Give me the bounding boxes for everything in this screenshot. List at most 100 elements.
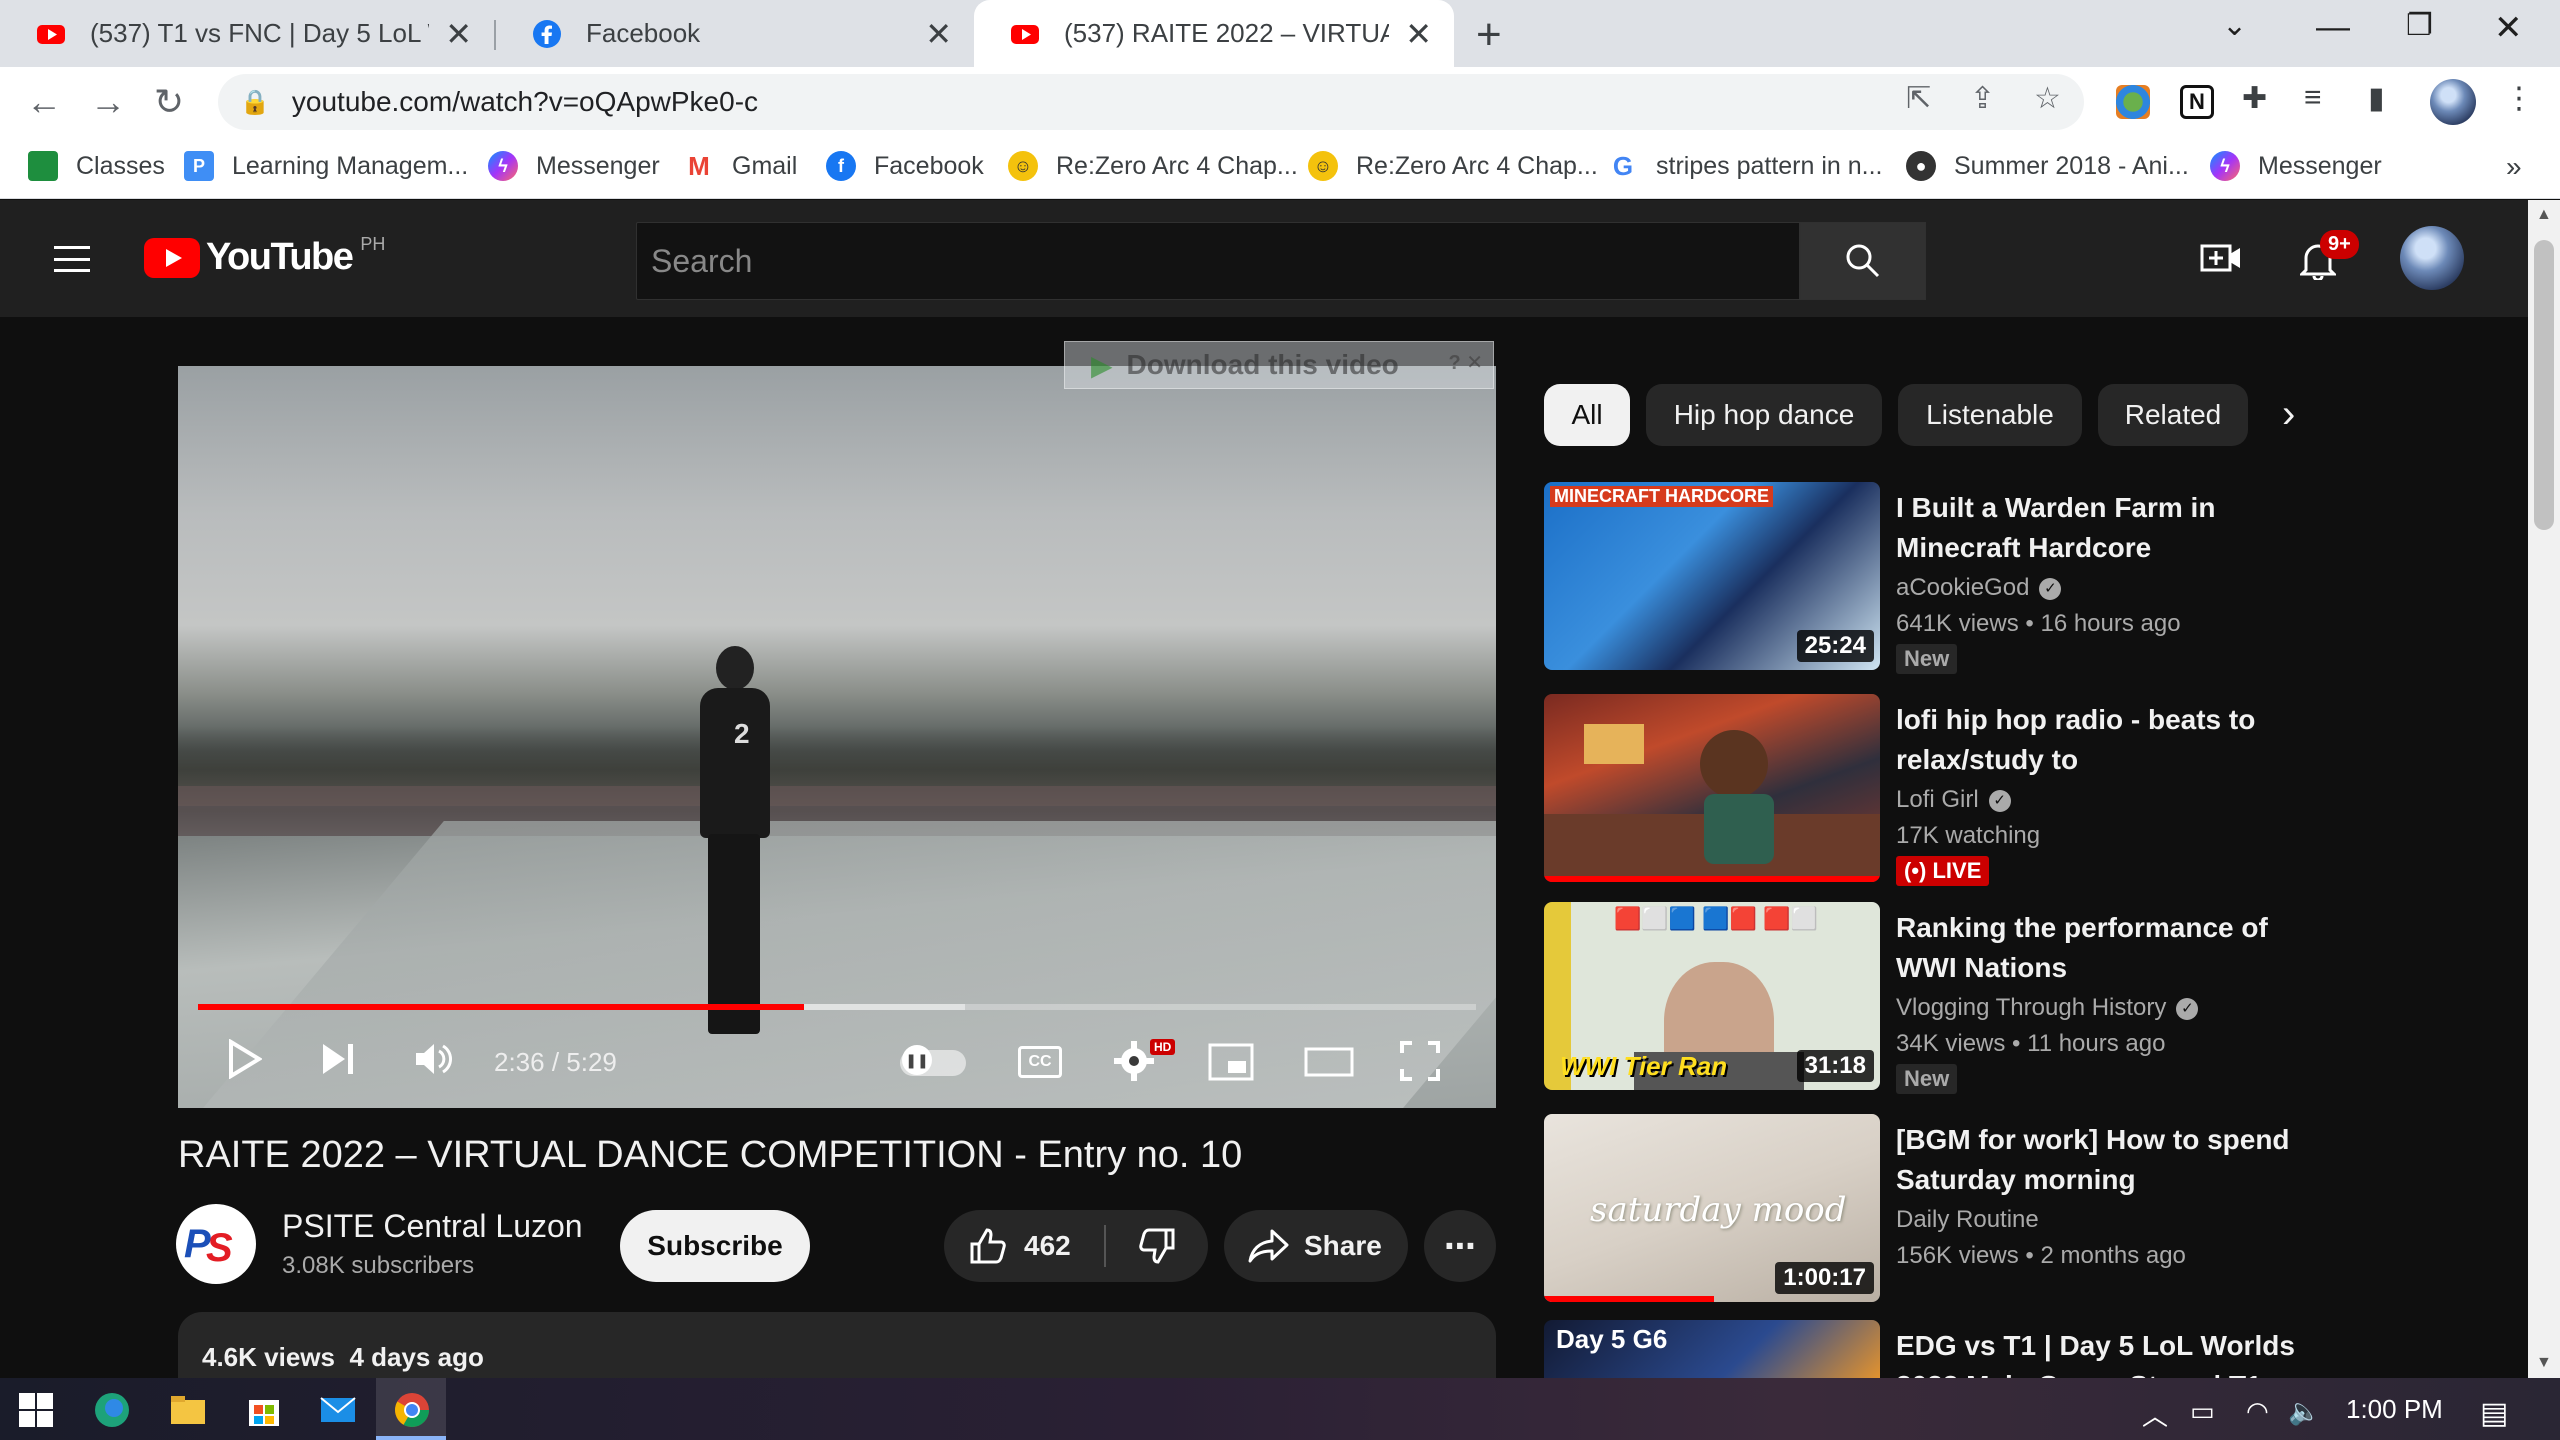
video-title[interactable]: I Built a Warden Farm in Minecraft Hardc… — [1896, 488, 2296, 568]
system-clock[interactable]: 1:00 PM — [2346, 1394, 2443, 1425]
share-page-icon[interactable]: ⇪ — [1970, 81, 1995, 116]
channel-avatar[interactable]: P S — [176, 1204, 256, 1284]
fullscreen-button[interactable] — [1400, 1041, 1440, 1086]
profile-avatar[interactable] — [2430, 79, 2476, 125]
close-tab-icon[interactable]: ✕ — [445, 15, 472, 53]
overlay-help-close-icon[interactable]: ? ✕ — [1448, 350, 1483, 375]
address-bar[interactable]: 🔒 youtube.com/watch?v=oQApwPke0-c — [218, 74, 2084, 130]
recommended-video[interactable]: 🟥⬜🟦 🟦🟥 🟥⬜ WWI Tier Ran 31:18 Ranking the… — [1544, 902, 2304, 1094]
search-button[interactable] — [1800, 222, 1926, 300]
reload-button[interactable]: ↻ — [154, 81, 184, 123]
miniplayer-button[interactable] — [1208, 1043, 1254, 1086]
video-thumbnail[interactable] — [1544, 694, 1880, 882]
tab-t1-vs-fnc[interactable]: (537) T1 vs FNC | Day 5 LoL Worlds ✕ — [0, 0, 494, 67]
edge-browser-icon[interactable] — [92, 1390, 132, 1430]
recommended-video[interactable]: MINECRAFT HARDCORE 25:24 I Built a Warde… — [1544, 482, 2304, 674]
bookmark-messenger-2[interactable]: ϟ Messenger — [2210, 151, 2382, 181]
speaker-icon[interactable]: 🔈 — [2288, 1396, 2320, 1427]
close-tab-icon[interactable]: ✕ — [1405, 15, 1432, 53]
page-scrollbar[interactable]: ▲ ▼ — [2528, 200, 2560, 1378]
channel-name[interactable]: Daily Routine — [1896, 1206, 2039, 1234]
bookmark-rezero-2[interactable]: ☺ Re:Zero Arc 4 Chap... — [1308, 151, 1598, 181]
tab-raite-2022[interactable]: (537) RAITE 2022 – VIRTUAL DANCE ✕ — [974, 0, 1454, 67]
autoplay-toggle[interactable] — [900, 1045, 966, 1076]
windows-start-icon[interactable] — [16, 1390, 56, 1430]
media-control-icon[interactable]: ≡ — [2304, 81, 2322, 115]
forward-button[interactable]: → — [90, 81, 126, 123]
tab-search-icon[interactable]: ⌄ — [2222, 8, 2247, 43]
video-title[interactable]: [BGM for work] How to spend Saturday mor… — [1896, 1120, 2296, 1200]
bookmark-summer-2018[interactable]: ● Summer 2018 - Ani... — [1906, 151, 2189, 181]
extensions-puzzle-icon[interactable]: ✚ — [2242, 81, 2267, 116]
like-button[interactable]: 462 — [944, 1210, 1104, 1282]
scroll-down-icon[interactable]: ▼ — [2536, 1354, 2552, 1372]
chip-related[interactable]: Related — [2098, 384, 2248, 446]
video-thumbnail[interactable]: saturday mood 1:00:17 — [1544, 1114, 1880, 1302]
download-video-overlay[interactable]: ▶ Download this video ? ✕ — [1064, 341, 1494, 389]
create-video-icon[interactable] — [2200, 240, 2242, 281]
bookmark-lms[interactable]: P Learning Managem... — [184, 151, 468, 181]
back-button[interactable]: ← — [26, 81, 62, 123]
bookmark-google-search[interactable]: Gstripes pattern in n... — [1608, 151, 1883, 181]
video-thumbnail[interactable]: Day 5 G6 — [1544, 1320, 1880, 1378]
chrome-icon[interactable] — [392, 1390, 432, 1430]
scroll-up-icon[interactable]: ▲ — [2536, 206, 2552, 224]
subtitles-button[interactable]: CC — [1018, 1046, 1062, 1078]
recommended-video[interactable]: saturday mood 1:00:17 [BGM for work] How… — [1544, 1114, 2304, 1304]
youtube-logo[interactable]: YouTube PH — [144, 234, 385, 279]
restore-button[interactable]: ❐ — [2406, 8, 2433, 43]
channel-name[interactable]: Lofi Girl — [1896, 786, 1979, 813]
close-window-button[interactable]: ✕ — [2494, 8, 2523, 48]
channel-name[interactable]: Vlogging Through History — [1896, 994, 2166, 1021]
chip-all[interactable]: All — [1544, 384, 1630, 446]
action-center-icon[interactable]: ▤ — [2480, 1396, 2508, 1431]
show-hidden-icons-chevron-icon[interactable]: ︿ — [2142, 1396, 2168, 1433]
open-in-app-icon[interactable]: ⇱ — [1906, 81, 1931, 116]
video-progress-bar[interactable] — [198, 1004, 1476, 1010]
recommended-video[interactable]: Day 5 G6 EDG vs T1 | Day 5 LoL Worlds 20… — [1544, 1320, 2304, 1378]
extension-globe-icon[interactable] — [2116, 85, 2150, 119]
bookmark-facebook[interactable]: f Facebook — [826, 151, 984, 181]
video-title[interactable]: lofi hip hop radio - beats to relax/stud… — [1896, 700, 2296, 780]
video-title[interactable]: Ranking the performance of WWI Nations — [1896, 908, 2296, 988]
battery-icon[interactable]: ▭ — [2190, 1396, 2215, 1427]
recommended-video[interactable]: lofi hip hop radio - beats to relax/stud… — [1544, 694, 2304, 886]
bookmark-gmail[interactable]: M Gmail — [684, 151, 797, 181]
next-button[interactable] — [320, 1041, 356, 1082]
play-button[interactable] — [228, 1038, 263, 1084]
tab-facebook[interactable]: Facebook ✕ — [496, 0, 974, 67]
minimize-button[interactable]: — — [2316, 8, 2350, 47]
close-tab-icon[interactable]: ✕ — [925, 15, 952, 53]
hamburger-menu-icon[interactable] — [54, 246, 90, 272]
more-actions-button[interactable]: ⋯ — [1424, 1210, 1496, 1282]
chrome-menu-icon[interactable]: ⋮ — [2504, 81, 2534, 116]
chip-hip-hop-dance[interactable]: Hip hop dance — [1646, 384, 1882, 446]
file-explorer-icon[interactable] — [168, 1390, 208, 1430]
notion-icon[interactable]: N — [2180, 85, 2214, 119]
description-box[interactable]: 4.6K views 4 days ago — [178, 1312, 1496, 1378]
video-player[interactable]: 2 2:36 / 5:29 CC HD — [178, 366, 1496, 1108]
new-tab-button[interactable]: + — [1476, 10, 1502, 60]
mail-icon[interactable] — [318, 1390, 358, 1430]
chip-listenable[interactable]: Listenable — [1898, 384, 2082, 446]
subscribe-button[interactable]: Subscribe — [620, 1210, 810, 1282]
video-title[interactable]: EDG vs T1 | Day 5 LoL Worlds 2022 Main G… — [1896, 1326, 2296, 1378]
account-avatar[interactable] — [2400, 226, 2464, 290]
bookmark-star-icon[interactable]: ☆ — [2034, 81, 2061, 116]
bookmark-messenger[interactable]: ϟ Messenger — [488, 151, 660, 181]
channel-name[interactable]: aCookieGod — [1896, 574, 2029, 601]
theater-mode-button[interactable] — [1304, 1047, 1354, 1082]
bookmark-rezero-1[interactable]: ☺ Re:Zero Arc 4 Chap... — [1008, 151, 1298, 181]
side-panel-icon[interactable]: ▮ — [2368, 81, 2385, 116]
microsoft-store-icon[interactable] — [244, 1390, 284, 1430]
wifi-icon[interactable]: ◠ — [2246, 1396, 2269, 1427]
more-bookmarks-icon[interactable]: » — [2506, 151, 2522, 183]
bookmark-classes[interactable]: Classes — [28, 151, 165, 181]
mute-button[interactable] — [414, 1041, 454, 1082]
dislike-button[interactable] — [1106, 1210, 1208, 1282]
search-input[interactable] — [637, 223, 1799, 299]
chevron-right-icon[interactable]: › — [2282, 392, 2295, 437]
share-button[interactable]: Share — [1224, 1210, 1408, 1282]
video-thumbnail[interactable]: MINECRAFT HARDCORE 25:24 — [1544, 482, 1880, 670]
video-thumbnail[interactable]: 🟥⬜🟦 🟦🟥 🟥⬜ WWI Tier Ran 31:18 — [1544, 902, 1880, 1090]
